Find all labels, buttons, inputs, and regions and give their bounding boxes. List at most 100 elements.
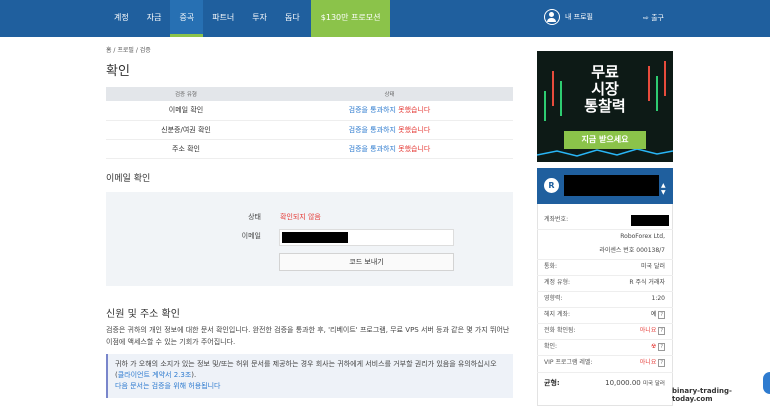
balance-value-group: 10,000.00 미국 달러 <box>605 377 665 390</box>
account-type-label: 계정 유형: <box>544 279 571 286</box>
nav-item-funds[interactable]: 자금 <box>138 0 171 37</box>
status-text: 검증을 통과하지 <box>348 144 396 153</box>
phone-label: 전화 확인됨: <box>544 327 576 334</box>
status-fail-text: 못했습니다 <box>398 106 431 115</box>
balance-row: 균형: 10,000.00 미국 달러 <box>537 377 673 389</box>
vip-value: 아니요 <box>639 359 657 366</box>
account-type-row: 계정 유형: R 주식 거래자 <box>537 277 673 289</box>
table-row: 이메일 확인 검증을 통과하지 못했습니다 <box>106 101 513 121</box>
confirm-label: 확인: <box>544 343 558 350</box>
top-navbar: 계정 자금 증곡 파트너 투자 돕다 $130만 프로모션 내 프로필 ⇨ 출구 <box>0 0 770 37</box>
divider <box>537 372 673 373</box>
table-row: 신분증/여권 확인 검증을 통과하지 못했습니다 <box>106 120 513 140</box>
verification-status: 검증을 통과하지 못했습니다 <box>266 120 513 140</box>
broker-row: RoboForex Ltd, <box>537 231 673 243</box>
hedge-value-group: 예? <box>651 309 665 321</box>
page-title: 확인 <box>106 64 130 79</box>
status-text: 검증을 통과하지 <box>348 125 396 134</box>
market-insights-ad[interactable]: 무료 시장 통찰력 지금 받으세요 <box>537 51 673 162</box>
client-agreement-link[interactable]: 클라이언트 계약서 2.3조 <box>118 371 192 379</box>
balance-currency: 미국 달러 <box>643 381 665 387</box>
redacted-email <box>282 232 348 243</box>
logout-label: 출구 <box>651 14 664 22</box>
verification-type: 이메일 확인 <box>106 101 266 121</box>
status-text: 검증을 통과하지 <box>348 106 396 115</box>
accepted-documents-text: 다음 문서는 검증을 위해 허용됩니다 <box>115 382 221 390</box>
divider <box>537 355 673 356</box>
hedge-row: 헤지 계좌: 예? <box>537 309 673 321</box>
divider <box>537 229 673 230</box>
divider <box>537 339 673 340</box>
identity-section-title: 신원 및 주소 확인 <box>106 309 180 320</box>
email-field[interactable] <box>279 229 454 246</box>
divider <box>537 259 673 260</box>
nav-item-help[interactable]: 돕다 <box>276 0 309 37</box>
email-section-title: 이메일 확인 <box>106 174 151 184</box>
warning-notice: 귀하 가 오해의 소지가 있는 정보 및/또는 허위 문서를 제공하는 경우 회… <box>106 354 513 398</box>
promo-button[interactable]: $130만 프로모션 <box>310 0 391 37</box>
leverage-row: 영향력: 1:20 <box>537 293 673 305</box>
status-fail-text: 못했습니다 <box>398 144 431 153</box>
roboforex-logo: R <box>544 178 559 193</box>
sort-caret-icon: ▲ ▼ <box>661 182 666 196</box>
logout-icon: ⇨ <box>643 14 649 22</box>
ad-headline: 무료 시장 통찰력 <box>537 64 673 115</box>
help-icon[interactable]: ? <box>658 343 665 351</box>
ad-line-2: 시장 <box>591 80 619 98</box>
divider <box>537 291 673 292</box>
redacted-account-name <box>564 175 659 196</box>
account-number-row: 계좌번호: <box>537 214 673 226</box>
column-header-status: 상태 <box>266 87 513 101</box>
warning-icon: ☢ <box>650 343 657 350</box>
balance-label: 균형: <box>544 379 560 387</box>
user-icon <box>544 9 560 25</box>
breadcrumb[interactable]: 홈 / 프로필 / 검증 <box>106 45 151 54</box>
leverage-value: 1:20 <box>651 295 665 302</box>
currency-row: 통화: 미국 달러 <box>537 261 673 273</box>
nav-item-invest[interactable]: 투자 <box>243 0 276 37</box>
vip-value-group: 아니요? <box>640 357 665 369</box>
account-number-label: 계좌번호: <box>544 216 569 223</box>
vip-row: VIP 프로그램 레벨: 아니요? <box>537 357 673 369</box>
status-label: 상태 <box>248 213 261 221</box>
chat-widget-button[interactable] <box>763 372 770 394</box>
profile-link[interactable]: 내 프로필 <box>544 9 593 25</box>
nav-item-account[interactable]: 계정 <box>105 0 138 37</box>
profile-label: 내 프로필 <box>565 13 593 21</box>
help-icon[interactable]: ? <box>658 359 665 367</box>
help-icon[interactable]: ? <box>658 327 665 335</box>
phone-row: 전화 확인됨: 아니요? <box>537 325 673 337</box>
nav-item-securities[interactable]: 증곡 <box>170 0 204 37</box>
currency-label: 통화: <box>544 263 558 270</box>
site-watermark: binary-trading-today.com <box>672 387 732 403</box>
hedge-value: 예 <box>650 311 657 318</box>
account-selector[interactable]: R ▲ ▼ <box>537 168 673 204</box>
hedge-label: 헤지 계좌: <box>544 311 571 318</box>
nav-item-partner[interactable]: 파트너 <box>203 0 243 37</box>
send-code-button[interactable]: 코드 보내기 <box>279 253 454 271</box>
verification-table: 검증 유형 상태 이메일 확인 검증을 통과하지 못했습니다 신분증/여권 확인… <box>106 87 513 159</box>
status-fail-text: 못했습니다 <box>398 125 431 134</box>
broker-name: RoboForex Ltd, <box>620 233 665 240</box>
get-now-button[interactable]: 지금 받으세요 <box>564 131 646 149</box>
divider <box>537 323 673 324</box>
help-icon[interactable]: ? <box>658 311 665 319</box>
table-row: 주소 확인 검증을 통과하지 못했습니다 <box>106 139 513 159</box>
ad-line-3: 통찰력 <box>584 97 626 115</box>
license-number: 라이센스 번호 000138/7 <box>599 247 665 254</box>
verification-type: 주소 확인 <box>106 139 266 159</box>
phone-value: 아니요 <box>639 327 657 334</box>
main-nav: 계정 자금 증곡 파트너 투자 돕다 $130만 프로모션 <box>105 0 391 37</box>
warning-text-end: ). <box>191 371 197 379</box>
column-header-type: 검증 유형 <box>106 87 266 101</box>
verification-status: 검증을 통과하지 못했습니다 <box>266 101 513 121</box>
ad-line-1: 무료 <box>591 63 619 81</box>
divider <box>537 307 673 308</box>
logout-link[interactable]: ⇨ 출구 <box>643 13 664 23</box>
identity-description: 검증은 귀하의 개인 정보에 대한 문서 확인입니다. 완전한 검증을 통과한 … <box>106 326 510 346</box>
verification-status: 검증을 통과하지 못했습니다 <box>266 139 513 159</box>
redacted-account-number <box>631 215 669 226</box>
email-status-value: 확인되지 않음 <box>280 213 321 221</box>
license-row: 라이센스 번호 000138/7 <box>537 245 673 257</box>
account-type-value: R 주식 거래자 <box>629 279 665 286</box>
